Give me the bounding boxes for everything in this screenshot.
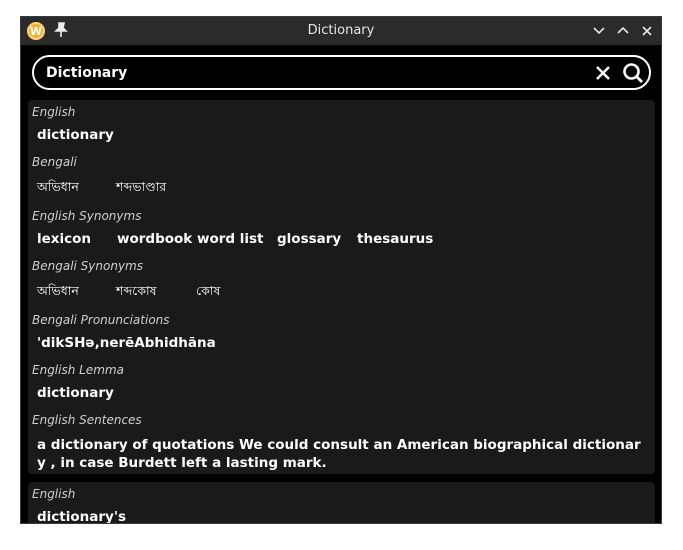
lemma-label: English Lemma (32, 363, 124, 377)
bengali-synonyms-label: Bengali Synonyms (32, 259, 143, 273)
english-word: dictionary (37, 127, 114, 143)
search-input[interactable] (46, 62, 566, 84)
english-synonym: wordbook (117, 231, 193, 247)
clear-button[interactable] (594, 64, 612, 82)
close-button[interactable] (638, 22, 656, 40)
english-word: dictionary's (37, 509, 126, 524)
close-icon (642, 26, 652, 36)
minimize-button[interactable] (590, 22, 608, 40)
chevron-up-icon (617, 26, 629, 34)
dictionary-window: W Dictionary English dictionary Bengali … (20, 16, 662, 524)
bengali-synonym: কোষ (196, 283, 221, 298)
english-synonyms-label: English Synonyms (32, 209, 142, 223)
english-label: English (32, 105, 76, 119)
maximize-button[interactable] (614, 22, 632, 40)
entry-card: English dictionary Bengali অভিধান শব্দভা… (28, 100, 655, 474)
clear-x-icon (596, 66, 610, 80)
window-title: Dictionary (307, 23, 375, 38)
search-bar (32, 55, 651, 90)
bengali-synonym: শব্দকোষ (116, 283, 157, 298)
bengali-label: Bengali (32, 155, 77, 169)
lemma: dictionary (37, 385, 114, 401)
bengali-synonym: অভিধান (37, 283, 79, 298)
english-synonym: glossary (277, 231, 342, 247)
english-synonym: thesaurus (357, 231, 434, 247)
search-icon (623, 63, 643, 83)
bengali-word: শব্দভাণ্ডার (116, 179, 167, 194)
bengali-word: অভিধান (37, 179, 79, 194)
sentences-label: English Sentences (32, 413, 142, 427)
pronunciation: 'dikSHə,nerēAbhidhāna (37, 335, 216, 351)
chevron-down-icon (593, 27, 605, 35)
english-synonym: word list (197, 231, 264, 247)
english-label: English (32, 487, 76, 501)
entry-card: English dictionary's (28, 482, 655, 524)
title-bar[interactable]: W Dictionary (21, 17, 661, 45)
search-button[interactable] (622, 62, 644, 84)
pronunciations-label: Bengali Pronunciations (32, 313, 170, 327)
english-synonym: lexicon (37, 231, 92, 247)
example-sentence: a dictionary of quotations We could cons… (37, 437, 641, 471)
